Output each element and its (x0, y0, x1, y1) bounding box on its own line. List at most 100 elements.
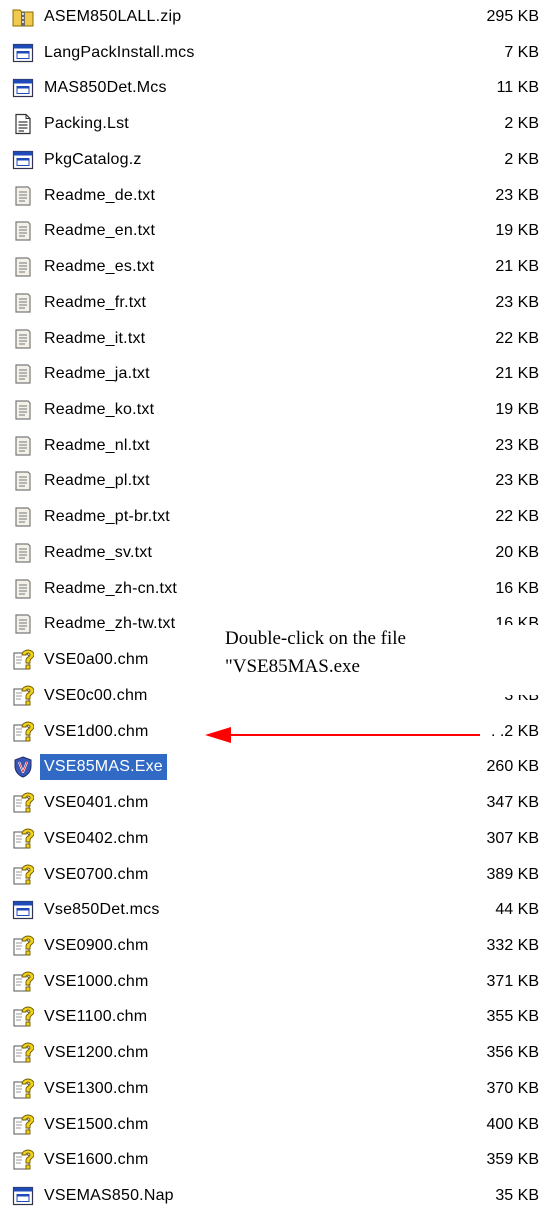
file-row-vse1500-chm[interactable]: VSE1500.chm 400 KB (0, 1110, 545, 1144)
text-file-icon (12, 578, 34, 600)
file-name[interactable]: VSE0900.chm (40, 933, 152, 959)
annotation-line-1: Double-click on the file (225, 628, 406, 649)
file-name[interactable]: Readme_ko.txt (40, 397, 158, 423)
file-row-vse1100-chm[interactable]: VSE1100.chm 355 KB (0, 1002, 545, 1036)
file-row-langpackinstall-mcs[interactable]: LangPackInstall.mcs 7 KB (0, 38, 545, 72)
file-name[interactable]: VSE0a00.chm (40, 647, 152, 673)
file-size: 307 KB (486, 830, 539, 847)
file-name[interactable]: VSE85MAS.Exe (40, 754, 167, 780)
file-name[interactable]: VSE1d00.chm (40, 719, 152, 745)
file-name[interactable]: VSE1200.chm (40, 1040, 152, 1066)
file-name[interactable]: Readme_sv.txt (40, 540, 156, 566)
help-file-icon (12, 685, 34, 707)
file-name[interactable]: ASEM850LALL.zip (40, 4, 185, 30)
file-row-vse1000-chm[interactable]: VSE1000.chm 371 KB (0, 967, 545, 1001)
file-name[interactable]: VSE0c00.chm (40, 683, 152, 709)
file-row-readme-sv-txt[interactable]: Readme_sv.txt 20 KB (0, 538, 545, 572)
file-row-vse1600-chm[interactable]: VSE1600.chm 359 KB (0, 1145, 545, 1179)
file-name[interactable]: VSE1100.chm (40, 1004, 151, 1030)
file-row-vse1200-chm[interactable]: VSE1200.chm 356 KB (0, 1038, 545, 1072)
help-file-icon (12, 721, 34, 743)
file-row-vsemas850-nap[interactable]: VSEMAS850.Nap 35 KB (0, 1181, 545, 1215)
file-name[interactable]: Readme_en.txt (40, 218, 159, 244)
file-size: 2 KB (504, 115, 539, 132)
file-row-vse1300-chm[interactable]: VSE1300.chm 370 KB (0, 1074, 545, 1108)
text-file-icon (12, 185, 34, 207)
text-file-icon (12, 363, 34, 385)
file-name[interactable]: MAS850Det.Mcs (40, 75, 171, 101)
file-row-readme-pt-br-txt[interactable]: Readme_pt-br.txt 22 KB (0, 502, 545, 536)
file-size: 400 KB (486, 1116, 539, 1133)
file-size: 2 KB (504, 151, 539, 168)
file-row-readme-pl-txt[interactable]: Readme_pl.txt 23 KB (0, 466, 545, 500)
text-file-icon (12, 613, 34, 635)
file-size: 20 KB (495, 544, 539, 561)
file-name[interactable]: VSE0402.chm (40, 826, 152, 852)
file-row-packing-lst[interactable]: Packing.Lst 2 KB (0, 109, 545, 143)
file-row-readme-nl-txt[interactable]: Readme_nl.txt 23 KB (0, 431, 545, 465)
help-file-icon (12, 864, 34, 886)
file-list: ASEM850LALL.zip 295 KB LangPackInstall.mcs… (0, 0, 545, 1224)
file-row-readme-es-txt[interactable]: Readme_es.txt 21 KB (0, 252, 545, 286)
file-name[interactable]: Readme_zh-tw.txt (40, 611, 179, 637)
help-file-icon (12, 828, 34, 850)
file-size: 260 KB (486, 758, 539, 775)
file-size: 295 KB (486, 8, 539, 25)
help-file-icon (12, 1006, 34, 1028)
file-name[interactable]: Readme_fr.txt (40, 290, 150, 316)
file-row-vse85mas-exe[interactable]: VSE85MAS.Exe 260 KB (0, 752, 545, 786)
file-row-readme-en-txt[interactable]: Readme_en.txt 19 KB (0, 216, 545, 250)
file-row-readme-ko-txt[interactable]: Readme_ko.txt 19 KB (0, 395, 545, 429)
file-size: 23 KB (495, 294, 539, 311)
file-name[interactable]: Vse850Det.mcs (40, 897, 164, 923)
file-name[interactable]: VSE1600.chm (40, 1147, 152, 1173)
file-row-readme-zh-cn-txt[interactable]: Readme_zh-cn.txt 16 KB (0, 574, 545, 608)
file-name[interactable]: Readme_nl.txt (40, 433, 154, 459)
file-name[interactable]: Readme_pt-br.txt (40, 504, 174, 530)
file-row-asem850lall-zip[interactable]: ASEM850LALL.zip 295 KB (0, 2, 545, 36)
file-name[interactable]: VSEMAS850.Nap (40, 1183, 178, 1209)
file-name[interactable]: Readme_zh-cn.txt (40, 576, 181, 602)
file-name[interactable]: Readme_ja.txt (40, 361, 154, 387)
file-row-readme-ja-txt[interactable]: Readme_ja.txt 21 KB (0, 359, 545, 393)
text-file-icon (12, 542, 34, 564)
file-size: 19 KB (495, 401, 539, 418)
file-name[interactable]: VSE0401.chm (40, 790, 152, 816)
file-row-pkgcatalog-z[interactable]: PkgCatalog.z 2 KB (0, 145, 545, 179)
mcafee-shield-icon (12, 756, 34, 778)
file-name[interactable]: VSE1000.chm (40, 969, 152, 995)
annotation-line-2: "VSE85MAS.exe (225, 656, 360, 677)
file-row-readme-it-txt[interactable]: Readme_it.txt 22 KB (0, 324, 545, 358)
file-row-readme-de-txt[interactable]: Readme_de.txt 23 KB (0, 181, 545, 215)
document-file-icon (12, 113, 34, 135)
generic-window-file-icon (12, 42, 34, 64)
file-size: 44 KB (495, 901, 539, 918)
file-size: 35 KB (495, 1187, 539, 1204)
file-row-vse850det-mcs[interactable]: Vse850Det.mcs 44 KB (0, 895, 545, 929)
file-row-vse0700-chm[interactable]: VSE0700.chm 389 KB (0, 860, 545, 894)
file-size: 22 KB (495, 330, 539, 347)
text-file-icon (12, 506, 34, 528)
file-name[interactable]: LangPackInstall.mcs (40, 40, 199, 66)
file-row-vse0401-chm[interactable]: VSE0401.chm 347 KB (0, 788, 545, 822)
file-name[interactable]: VSE1500.chm (40, 1112, 152, 1138)
text-file-icon (12, 292, 34, 314)
file-name[interactable]: PkgCatalog.z (40, 147, 146, 173)
file-name[interactable]: Readme_pl.txt (40, 468, 154, 494)
file-size: 16 KB (495, 580, 539, 597)
file-name[interactable]: Readme_es.txt (40, 254, 158, 280)
file-name[interactable]: Readme_de.txt (40, 183, 159, 209)
file-row-readme-fr-txt[interactable]: Readme_fr.txt 23 KB (0, 288, 545, 322)
file-name[interactable]: Readme_it.txt (40, 326, 149, 352)
file-name[interactable]: VSE0700.chm (40, 862, 152, 888)
file-row-vse0900-chm[interactable]: VSE0900.chm 332 KB (0, 931, 545, 965)
file-row-vse0402-chm[interactable]: VSE0402.chm 307 KB (0, 824, 545, 858)
text-file-icon (12, 220, 34, 242)
file-size: 7 KB (504, 44, 539, 61)
file-name[interactable]: VSE1300.chm (40, 1076, 152, 1102)
file-size: 355 KB (486, 1008, 539, 1025)
file-row-mas850det-mcs[interactable]: MAS850Det.Mcs 11 KB (0, 73, 545, 107)
file-name[interactable]: Packing.Lst (40, 111, 133, 137)
help-file-icon (12, 1042, 34, 1064)
generic-window-file-icon (12, 77, 34, 99)
